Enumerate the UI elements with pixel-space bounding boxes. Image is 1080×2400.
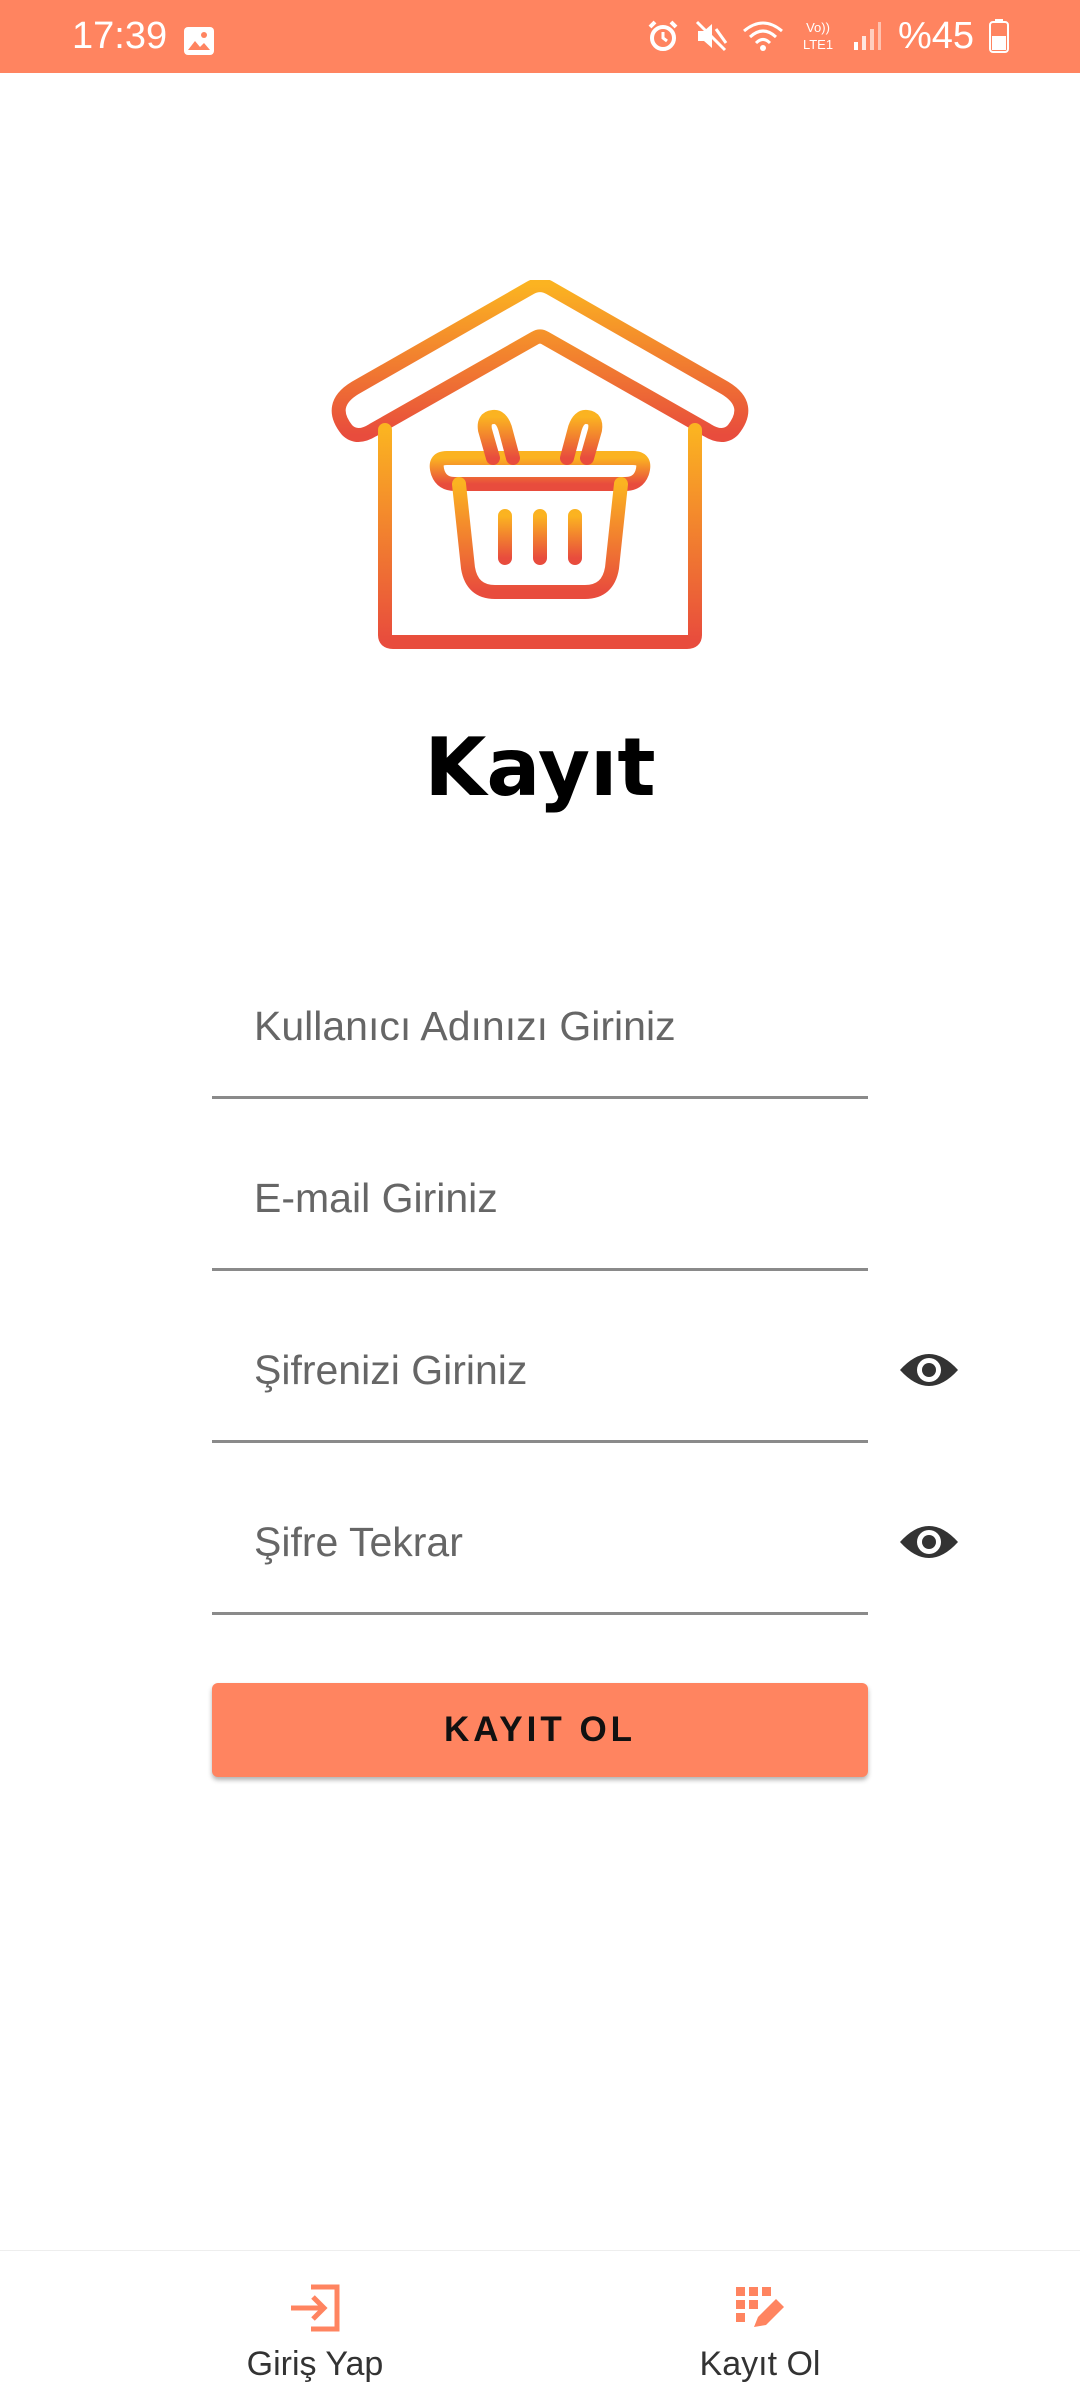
status-icons: Vo)) LTE1 %45 bbox=[632, 14, 1010, 58]
password-field[interactable] bbox=[254, 1300, 854, 1440]
username-field-container bbox=[212, 956, 868, 1099]
password-repeat-field[interactable] bbox=[254, 1472, 854, 1612]
password-visibility-eye-icon[interactable] bbox=[898, 1348, 960, 1392]
password-repeat-visibility-eye-icon[interactable] bbox=[898, 1520, 960, 1564]
username-field[interactable] bbox=[254, 956, 854, 1096]
wifi-icon bbox=[742, 21, 783, 51]
svg-text:Vo)): Vo)) bbox=[806, 20, 830, 35]
page-title: Kayıt bbox=[424, 721, 656, 814]
email-field-container bbox=[212, 1128, 868, 1271]
status-bar: 17:39 Vo)) LTE1 %45 bbox=[0, 0, 1080, 73]
login-icon bbox=[291, 2284, 340, 2332]
nav-label-register: Kayıt Ol bbox=[699, 2345, 821, 2383]
image-icon bbox=[184, 27, 214, 55]
status-time: 17:39 bbox=[72, 15, 168, 57]
register-screen: 17:39 Vo)) LTE1 %45 Kayıt Kullanıcı Adın… bbox=[0, 0, 1080, 2400]
mute-icon bbox=[695, 20, 728, 52]
battery-icon bbox=[989, 19, 1009, 53]
svg-text:LTE1: LTE1 bbox=[803, 37, 833, 52]
password-repeat-field-container bbox=[212, 1472, 958, 1615]
signal-icon bbox=[853, 22, 881, 50]
battery-level: %45 bbox=[897, 14, 974, 57]
alarm-icon bbox=[648, 20, 678, 51]
bottom-navigation: Giriş Yap Kayıt Ol bbox=[0, 2250, 1080, 2400]
password-field-container bbox=[212, 1300, 958, 1443]
nav-item-register[interactable]: Kayıt Ol bbox=[490, 2251, 1030, 2400]
volte-icon: Vo)) LTE1 bbox=[803, 20, 833, 52]
house-basket-icon bbox=[331, 280, 749, 649]
register-icon bbox=[736, 2287, 784, 2327]
email-field[interactable] bbox=[254, 1128, 854, 1268]
register-button[interactable]: KAYIT OL bbox=[212, 1683, 868, 1777]
